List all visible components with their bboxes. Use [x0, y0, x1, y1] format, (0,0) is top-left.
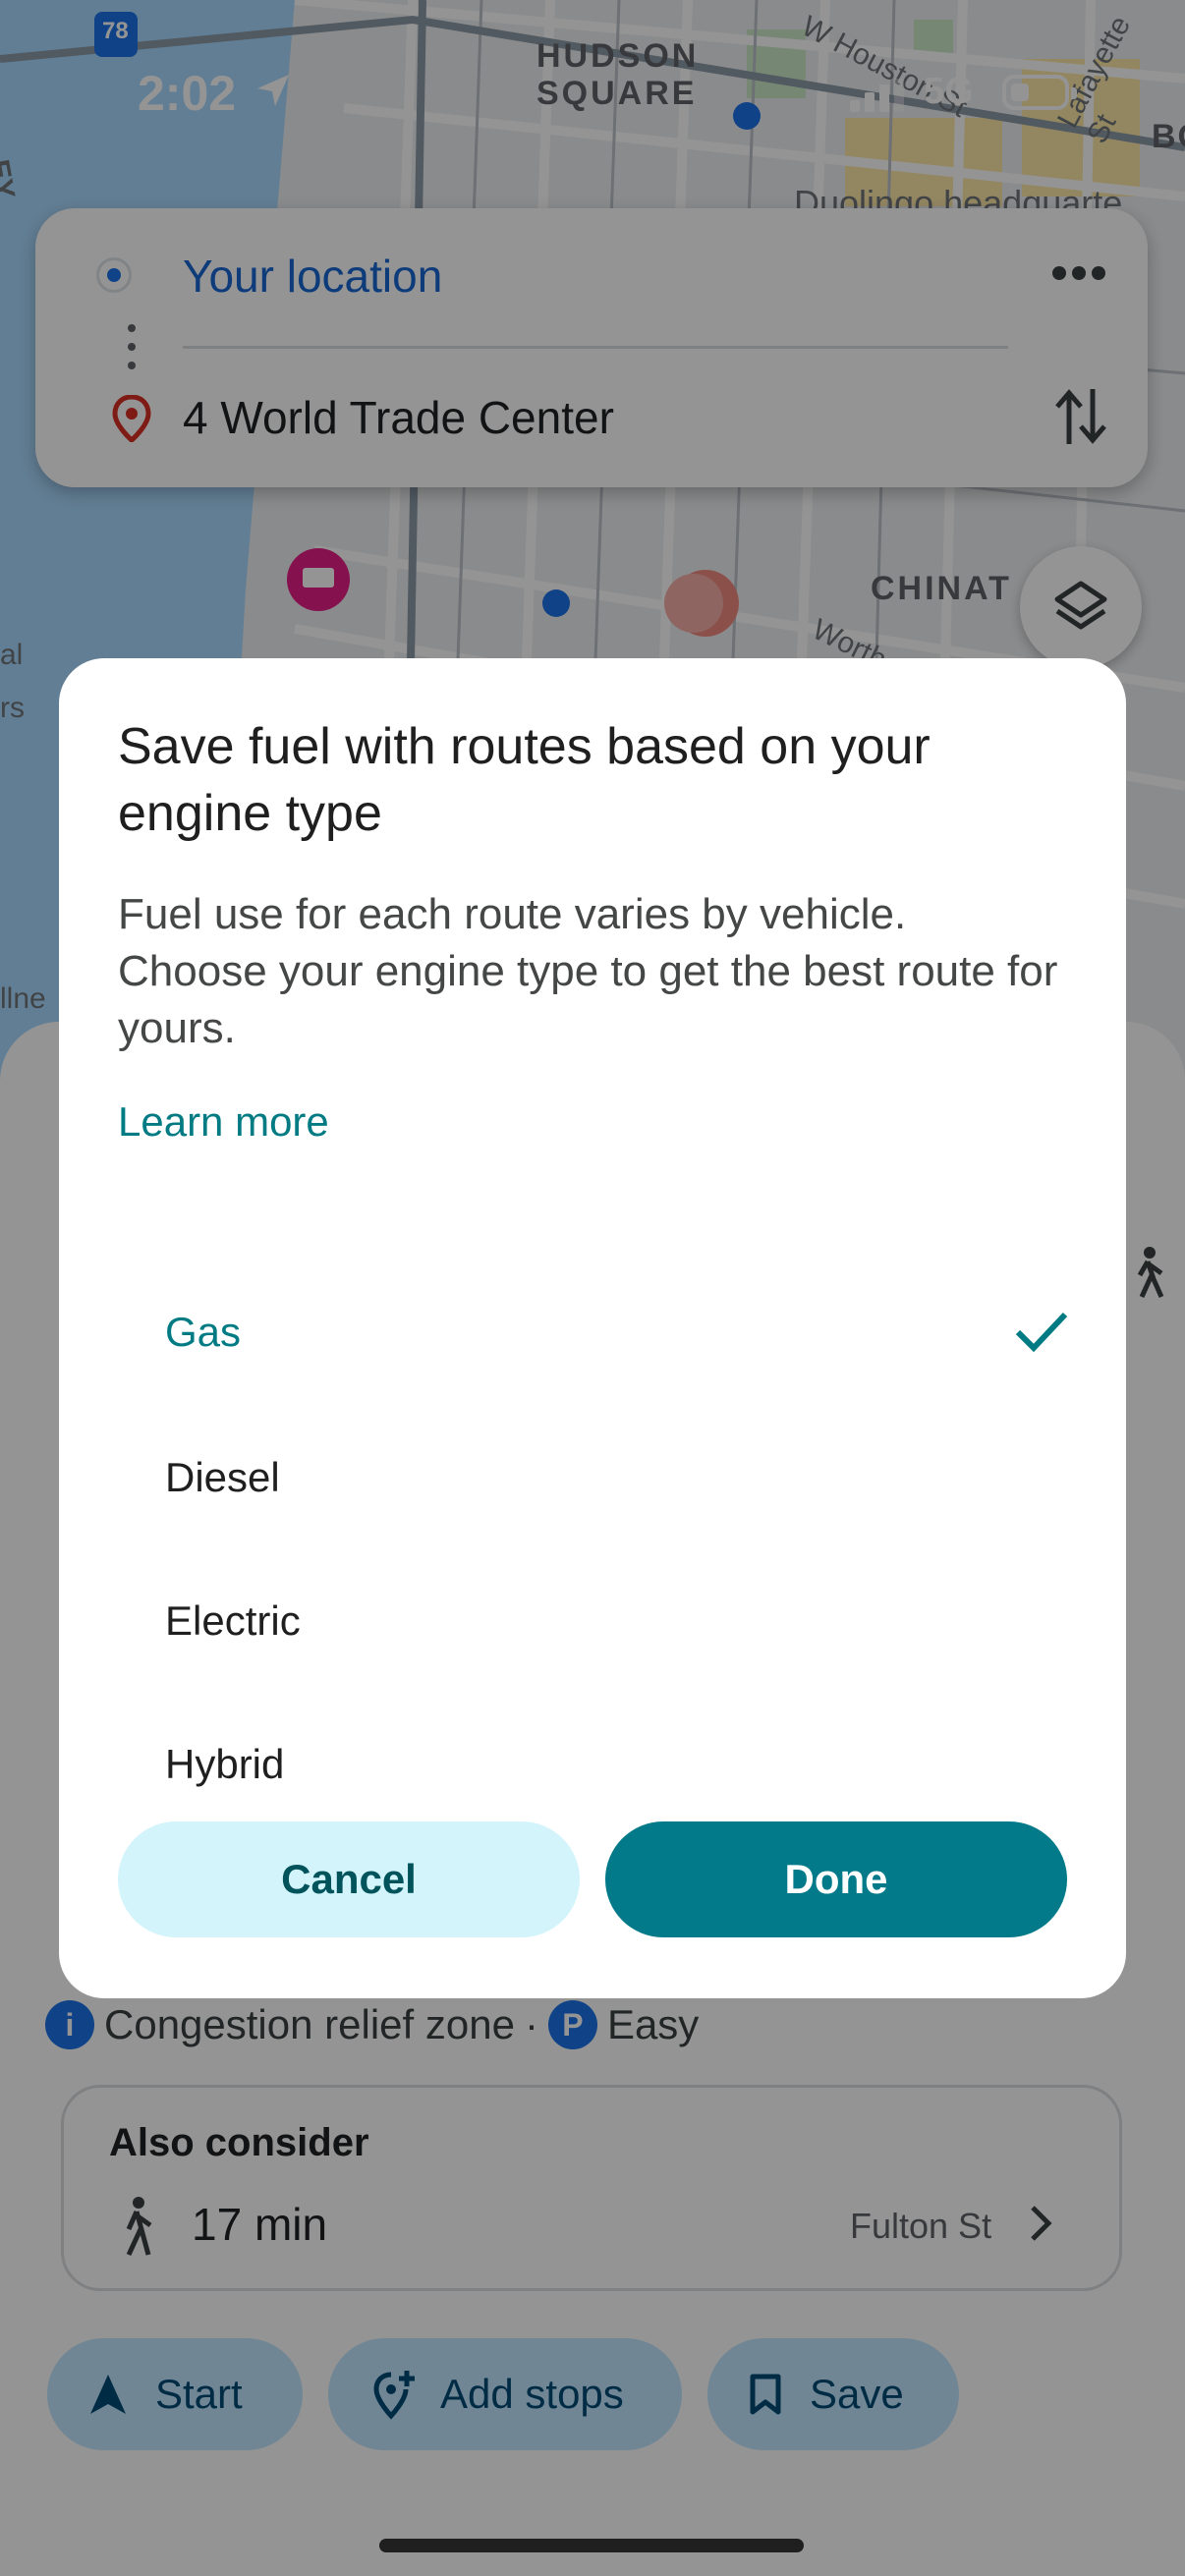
option-label: Diesel	[165, 1454, 280, 1500]
option-label: Electric	[165, 1597, 301, 1644]
option-label: Gas	[165, 1309, 242, 1355]
screen: HUDSON SQUARE CHINAT W Houston St Lafaye…	[0, 0, 1185, 2576]
engine-option-diesel[interactable]: Diesel	[118, 1411, 1067, 1548]
engine-option-hybrid[interactable]: Hybrid	[118, 1698, 1067, 1835]
engine-option-electric[interactable]: Electric	[118, 1554, 1067, 1692]
dialog-body: Fuel use for each route varies by vehicl…	[118, 890, 1058, 1052]
checkmark-icon	[1014, 1309, 1069, 1359]
cancel-button[interactable]: Cancel	[118, 1821, 580, 1937]
engine-type-dialog: Save fuel with routes based on your engi…	[59, 658, 1126, 1998]
dialog-title: Save fuel with routes based on your engi…	[118, 718, 931, 842]
home-indicator[interactable]	[379, 2539, 804, 2552]
option-label: Hybrid	[165, 1741, 285, 1787]
engine-option-gas[interactable]: Gas	[118, 1265, 1069, 1403]
learn-more-link[interactable]: Learn more	[118, 1098, 329, 1146]
done-button[interactable]: Done	[605, 1821, 1067, 1937]
